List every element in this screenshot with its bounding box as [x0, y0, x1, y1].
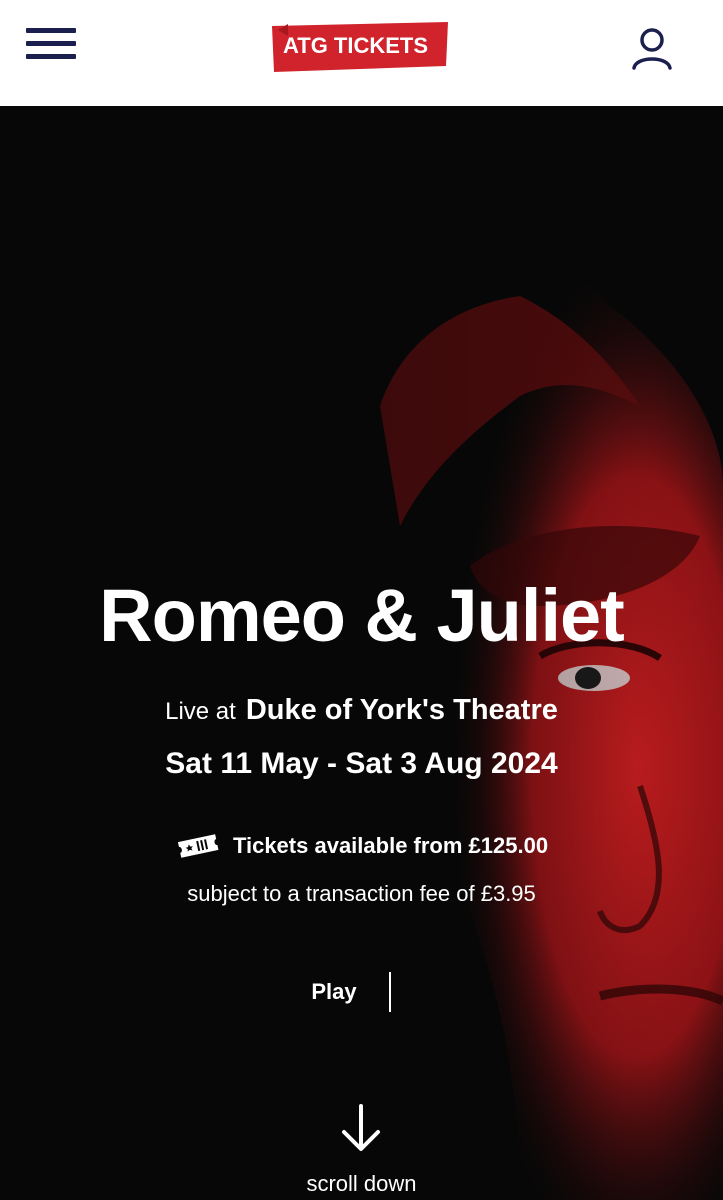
- genre-divider: [389, 972, 391, 1012]
- show-title: Romeo & Juliet: [99, 574, 625, 657]
- transaction-fee-text: subject to a transaction fee of £3.95: [187, 881, 536, 906]
- venue-line: Live at Duke of York's Theatre: [0, 688, 723, 737]
- logo-text: ATG TICKETS: [283, 33, 428, 58]
- site-header: ATG TICKETS: [0, 0, 723, 106]
- atg-tickets-logo[interactable]: ATG TICKETS: [270, 20, 450, 74]
- show-dates: Sat 11 May - Sat 3 Aug 2024: [165, 747, 558, 780]
- venue-prefix: Live at: [165, 698, 236, 725]
- arrow-down-icon[interactable]: [338, 1102, 384, 1154]
- menu-button[interactable]: [26, 26, 78, 62]
- user-account-icon[interactable]: [628, 24, 676, 72]
- scroll-down-label[interactable]: scroll down: [0, 1166, 723, 1200]
- genre-play-link[interactable]: Play: [302, 972, 366, 1012]
- ticket-icon: [177, 834, 219, 858]
- tickets-price-text: Tickets available from £125.00: [232, 833, 549, 858]
- hamburger-menu-icon: [26, 28, 76, 33]
- tickets-availability: Tickets available from £125.00: [0, 828, 723, 864]
- hero-banner: Romeo & Juliet Live at Duke of York's The…: [0, 106, 723, 1200]
- venue-name[interactable]: Duke of York's Theatre: [246, 694, 558, 726]
